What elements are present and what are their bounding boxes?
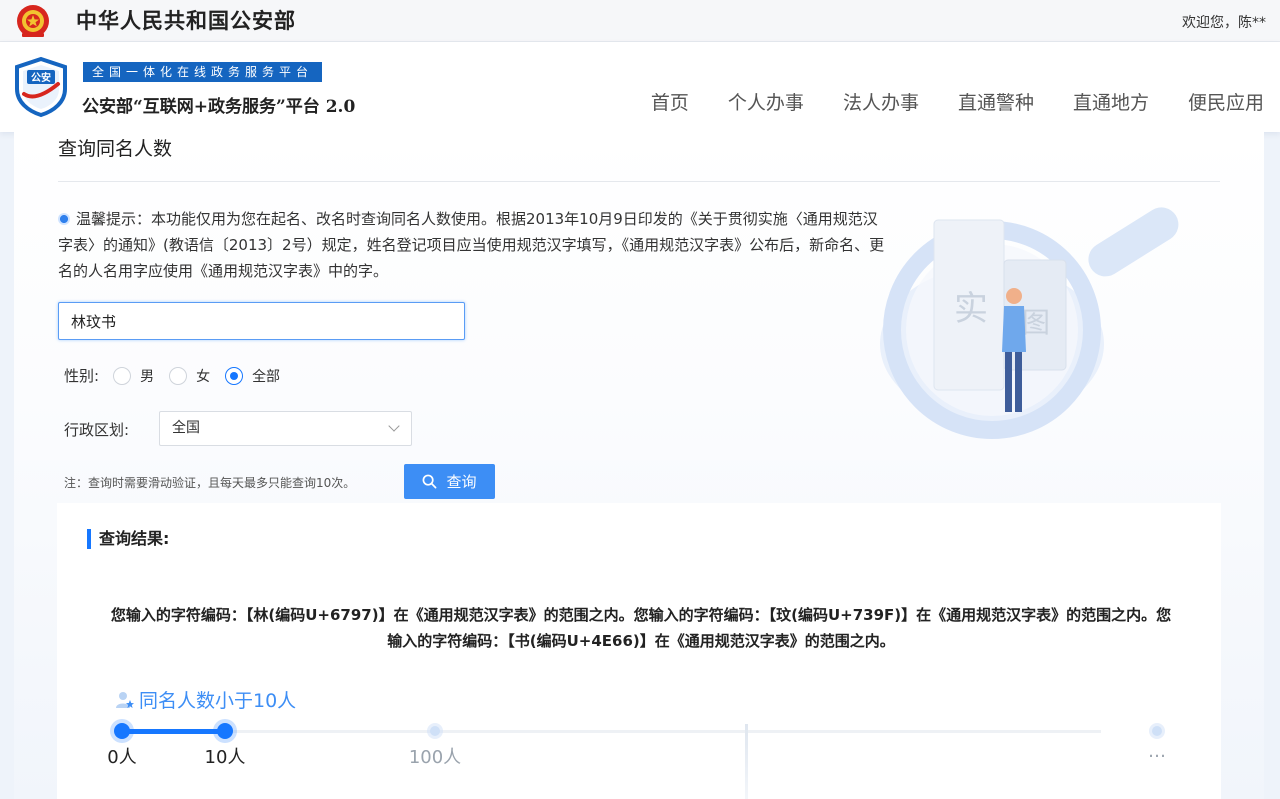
gender-option-female[interactable]: 女 [169, 366, 210, 386]
gender-radio-group: 性别: 男 女 全部 [64, 365, 295, 386]
svg-text:图: 图 [1022, 306, 1050, 339]
radio-unchecked-icon[interactable] [113, 366, 132, 385]
user-badge-icon [116, 691, 134, 708]
search-button[interactable]: 查询 [404, 464, 495, 499]
tip-content: 温馨提示：本功能仅用为您在起名、改名时查询同名人数使用。根据2013年10月9日… [58, 210, 885, 280]
region-selected-value: 全国 [172, 420, 200, 436]
count-scale-divider [745, 724, 748, 799]
platform-badge: 全国一体化在线政务服务平台 [83, 62, 323, 82]
gender-option-male[interactable]: 男 [113, 366, 154, 386]
police-shield-logo-icon: 公安 [15, 56, 67, 118]
result-text: 您输入的字符编码：【林(编码U+6797)】在《通用规范汉字表》的范围之内。您输… [110, 606, 1172, 650]
scale-tick-label: 0人 [107, 747, 137, 768]
gender-option-label: 全部 [252, 368, 281, 385]
gender-option-label: 男 [140, 368, 155, 385]
title-divider [58, 181, 1220, 182]
nav-item-local[interactable]: 直通地方 [1073, 88, 1149, 115]
search-button-label: 查询 [446, 474, 477, 491]
tip-bulb-icon [58, 213, 70, 225]
gender-label: 性别: [64, 367, 100, 385]
count-scale-fill [121, 729, 224, 734]
region-select[interactable]: 全国 [159, 411, 412, 446]
main-nav: 首页 个人办事 法人办事 直通警种 直通地方 便民应用 [651, 88, 1264, 115]
tip-text: 温馨提示：本功能仅用为您在起名、改名时查询同名人数使用。根据2013年10月9日… [58, 206, 888, 284]
scale-dot [217, 723, 233, 739]
nav-item-police-types[interactable]: 直通警种 [958, 88, 1034, 115]
magnifier-illustration: 实 图 [880, 207, 1179, 439]
scale-dot [114, 723, 130, 739]
national-emblem-icon [17, 5, 49, 37]
gender-option-label: 女 [196, 368, 211, 385]
search-icon [423, 474, 437, 489]
radio-unchecked-icon[interactable] [169, 366, 188, 385]
nav-item-home[interactable]: 首页 [651, 88, 689, 115]
platform-name: 公安部“互联网+政务服务”平台 2.0 [82, 97, 356, 117]
nav-item-convenience[interactable]: 便民应用 [1188, 88, 1264, 115]
ministry-title: 中华人民共和国公安部 [76, 9, 296, 33]
chevron-down-icon [388, 420, 400, 432]
same-name-count-label: 同名人数小于10人 [115, 686, 296, 713]
content-card: 查询同名人数 温馨提示：本功能仅用为您在起名、改名时查询同名人数使用。根据201… [14, 132, 1264, 799]
header: 公安 全国一体化在线政务服务平台 公安部“互联网+政务服务”平台 2.0 首页 … [0, 42, 1280, 132]
gender-option-all[interactable]: 全部 [225, 366, 280, 386]
svg-text:实: 实 [954, 289, 988, 329]
page-title: 查询同名人数 [58, 138, 173, 160]
scale-tick-label: … [1148, 741, 1166, 762]
welcome-user[interactable]: 欢迎您，陈** [1182, 12, 1266, 32]
same-name-count-text: 同名人数小于10人 [139, 690, 297, 712]
svg-text:公安: 公安 [31, 71, 51, 84]
scale-tick-label: 10人 [204, 747, 246, 768]
scale-tick-label: 100人 [408, 747, 462, 768]
result-panel: 查询结果: 您输入的字符编码：【林(编码U+6797)】在《通用规范汉字表》的范… [57, 503, 1221, 799]
radio-checked-icon[interactable] [225, 366, 244, 385]
region-label: 行政区划: [64, 421, 130, 439]
nav-item-corporate[interactable]: 法人办事 [843, 88, 919, 115]
name-input[interactable] [58, 302, 465, 340]
scale-dot [430, 726, 440, 736]
count-scale-track [121, 730, 1101, 733]
scale-dot [1152, 726, 1162, 736]
nav-item-personal[interactable]: 个人办事 [728, 88, 804, 115]
result-heading: 查询结果: [87, 529, 169, 549]
query-note: 注：查询时需要滑动验证，且每天最多只能查询10次。 [64, 476, 356, 490]
top-strip: 中华人民共和国公安部 欢迎您，陈** [0, 0, 1280, 42]
